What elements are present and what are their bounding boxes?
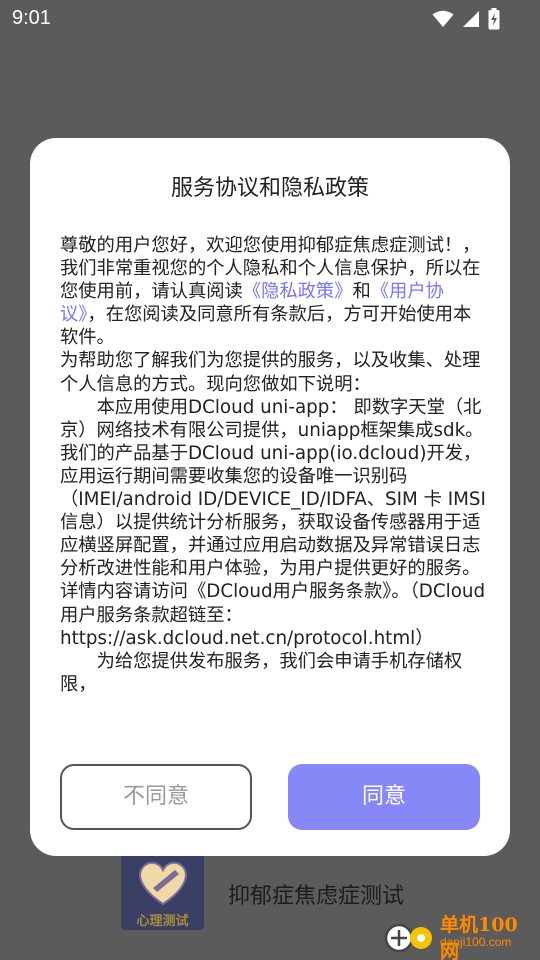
battery-charging-icon [488, 8, 500, 30]
signal-icon [463, 11, 479, 27]
and-text: 和 [352, 281, 371, 303]
wifi-icon [432, 10, 454, 27]
status-time: 9:01 [12, 7, 51, 29]
privacy-policy-link[interactable]: 《隐私政策》 [243, 281, 353, 302]
disagree-button[interactable]: 不同意 [60, 764, 252, 830]
status-bar: 9:01 [0, 0, 540, 36]
intro-paragraph: 尊敬的用户您好，欢迎您使用抑郁症焦虑症测试！，我们非常重视您的个人隐私和个人信息… [60, 234, 486, 349]
privacy-dialog: 服务协议和隐私政策 尊敬的用户您好，欢迎您使用抑郁症焦虑症测试！，我们非常重视您… [30, 138, 510, 856]
app-logo-text: 心理测试 [136, 914, 189, 929]
watermark-url: danji100.com [440, 935, 512, 949]
watermark-logo-icon [384, 923, 432, 953]
status-icons [432, 8, 500, 30]
app-name: 抑郁症焦虑症测试 [228, 884, 405, 909]
dialog-title: 服务协议和隐私政策 [170, 176, 369, 201]
watermark: 单机100网 danji100.com [384, 900, 534, 960]
app-logo: 心理测试 [121, 852, 204, 930]
dialog-body[interactable]: 尊敬的用户您好，欢迎您使用抑郁症焦虑症测试！，我们非常重视您的个人隐私和个人信息… [60, 234, 486, 737]
explain-paragraph: 为帮助您了解我们为您提供的服务，以及收集、处理个人信息的方式。现向您做如下说明： [60, 350, 481, 395]
heart-pencil-icon [139, 861, 187, 906]
storage-paragraph: 为给您提供发布服务，我们会申请手机存储权限， [60, 650, 463, 695]
sdk-paragraph: 本应用使用DCloud uni-app： 即数字天堂（北京）网络技术有限公司提供… [60, 396, 486, 649]
agree-button[interactable]: 同意 [288, 764, 480, 830]
intro-tail-text: ，在您阅读及同意所有条款后，方可开始使用本软件。 [60, 304, 472, 349]
